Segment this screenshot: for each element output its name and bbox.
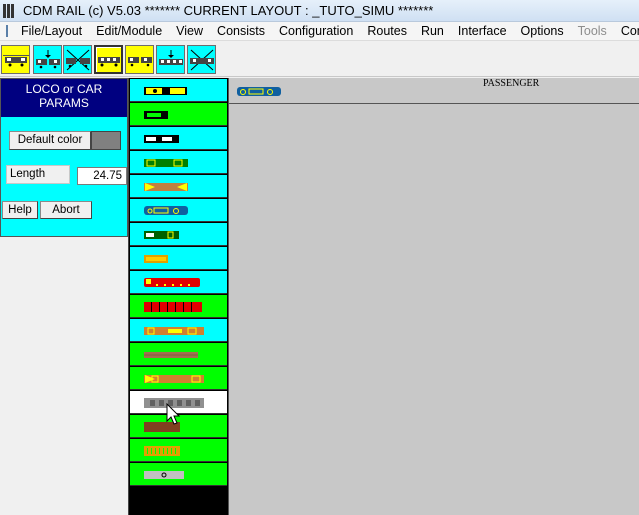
params-panel: LOCO or CAR PARAMS Default color Length … bbox=[0, 78, 128, 237]
menu-interface[interactable]: Interface bbox=[451, 24, 514, 38]
menu-configuration[interactable]: Configuration bbox=[272, 24, 360, 38]
toolbar bbox=[0, 42, 639, 77]
ore-car-icon bbox=[144, 446, 180, 456]
help-button[interactable]: Help bbox=[2, 201, 38, 219]
vehicle-row[interactable] bbox=[130, 127, 227, 150]
loco-pair-icon bbox=[127, 56, 152, 66]
box-car-icon bbox=[144, 111, 168, 119]
menu-options[interactable]: Options bbox=[514, 24, 571, 38]
vehicle-row[interactable] bbox=[130, 295, 227, 318]
loco-black-icon bbox=[144, 135, 179, 143]
category-label: PASSENGER bbox=[483, 78, 540, 89]
vehicle-row[interactable] bbox=[130, 439, 227, 462]
small-orange-car-icon bbox=[144, 255, 168, 263]
menu-view[interactable]: View bbox=[169, 24, 210, 38]
menu-routes[interactable]: Routes bbox=[360, 24, 414, 38]
title-bar: CDM RAIL (c) V5.03 ******* CURRENT LAYOU… bbox=[0, 0, 639, 22]
vehicle-row[interactable] bbox=[130, 463, 227, 486]
couple-train-icon bbox=[158, 49, 183, 65]
menu-bar: File/Layout Edit/Module View Consists Co… bbox=[0, 22, 639, 41]
passenger-coach-icon bbox=[144, 206, 188, 215]
mouse-pointer-icon bbox=[166, 403, 181, 425]
menu-edit-module[interactable]: Edit/Module bbox=[89, 24, 169, 38]
passenger-car-icon[interactable] bbox=[237, 86, 283, 98]
vehicle-row[interactable] bbox=[130, 79, 227, 102]
menu-consists[interactable]: Consists bbox=[210, 24, 272, 38]
toolbar-loco-pair-button[interactable] bbox=[125, 45, 154, 74]
toolbar-loco-button[interactable] bbox=[1, 45, 30, 74]
layout-canvas[interactable]: PASSENGER bbox=[228, 78, 639, 515]
vehicle-row[interactable] bbox=[130, 151, 227, 174]
system-menu-icon[interactable] bbox=[6, 25, 8, 37]
vehicle-row[interactable] bbox=[130, 223, 227, 246]
toolbar-car-button[interactable] bbox=[94, 45, 123, 74]
uncouple-icon bbox=[65, 49, 90, 70]
abort-button[interactable]: Abort bbox=[40, 201, 92, 219]
length-input[interactable]: 24.75 bbox=[77, 167, 127, 185]
toolbar-uncouple-button[interactable] bbox=[63, 45, 92, 74]
vehicle-row[interactable] bbox=[130, 271, 227, 294]
orange-yellow-loco-icon bbox=[144, 375, 204, 383]
vehicle-row[interactable] bbox=[130, 103, 227, 126]
car-icon bbox=[98, 56, 120, 66]
app-icon bbox=[3, 3, 17, 18]
vehicle-row[interactable] bbox=[130, 199, 227, 222]
orange-railcar-icon bbox=[144, 327, 204, 335]
category-header: PASSENGER bbox=[229, 78, 639, 104]
menu-com[interactable]: Com bbox=[614, 24, 639, 38]
vehicle-row[interactable] bbox=[130, 367, 227, 390]
couple-icon bbox=[35, 49, 60, 68]
loco-icon bbox=[2, 54, 29, 66]
default-color-swatch[interactable] bbox=[91, 131, 121, 150]
params-title: LOCO or CAR PARAMS bbox=[1, 79, 127, 117]
green-coach-icon bbox=[144, 159, 188, 167]
vehicle-list bbox=[128, 78, 228, 515]
flat-car-icon bbox=[144, 352, 198, 358]
red-train-icon bbox=[144, 302, 202, 312]
toolbar-couple-button[interactable] bbox=[33, 45, 62, 74]
window-title: CDM RAIL (c) V5.03 ******* CURRENT LAYOU… bbox=[23, 3, 434, 18]
vehicle-row[interactable] bbox=[130, 319, 227, 342]
toolbar-couple-train-button[interactable] bbox=[156, 45, 185, 74]
red-coach-icon bbox=[144, 278, 200, 287]
menu-run[interactable]: Run bbox=[414, 24, 451, 38]
orange-loco-icon bbox=[144, 183, 188, 191]
diesel-loco-icon bbox=[144, 87, 187, 95]
vehicle-row[interactable] bbox=[130, 343, 227, 366]
app-window: CDM RAIL (c) V5.03 ******* CURRENT LAYOU… bbox=[0, 0, 639, 515]
default-color-button[interactable]: Default color bbox=[9, 131, 91, 150]
uncouple-train-icon bbox=[189, 49, 214, 70]
length-label: Length bbox=[6, 165, 70, 184]
menu-file-layout[interactable]: File/Layout bbox=[14, 24, 89, 38]
grey-flat-icon bbox=[144, 471, 184, 479]
vehicle-row[interactable] bbox=[130, 247, 227, 270]
green-loco-icon bbox=[144, 231, 179, 239]
menu-tools: Tools bbox=[577, 24, 607, 38]
vehicle-row[interactable] bbox=[130, 175, 227, 198]
toolbar-uncouple-train-button[interactable] bbox=[187, 45, 216, 74]
